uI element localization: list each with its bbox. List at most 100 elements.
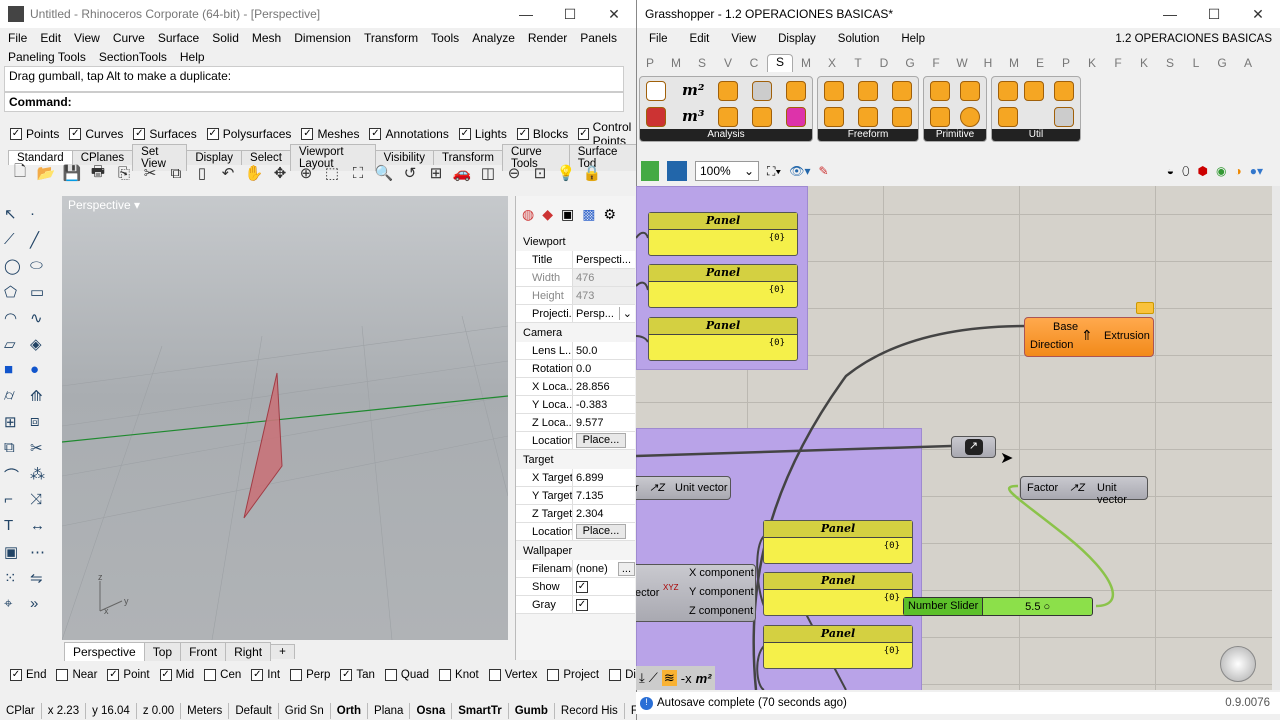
boolean-icon[interactable]: ⧈ [30,413,56,439]
gh-tab[interactable]: M [1001,56,1027,70]
command-input[interactable]: Command: [4,92,624,112]
menu-item[interactable]: Transform [364,31,418,45]
gh-canvas[interactable]: Panel {0} Panel {0} Panel {0} Panel {0} Pane… [636,186,1272,690]
unit-vector-output[interactable]: Unit vector [1097,482,1147,506]
graph-icon[interactable]: ≋ [661,670,677,686]
gh-tab[interactable]: A [1235,56,1261,70]
menu-item[interactable]: Panels [580,31,617,45]
status-10[interactable]: SmartTr [452,702,509,719]
viewport-tab-top[interactable]: Top [143,642,182,661]
menu-item[interactable]: Mesh [252,31,281,45]
minimize-button[interactable]: — [504,0,548,28]
viewport-layout-icon[interactable]: ⊞ [426,163,446,183]
bounding-box-icon[interactable] [646,81,666,101]
gh-tab[interactable]: T [845,56,871,70]
text-icon[interactable]: T [4,517,30,543]
gh-tab[interactable]: S [767,54,793,72]
checkbox[interactable] [609,669,622,681]
checkbox[interactable] [488,669,501,681]
cplane-icon[interactable]: ◫ [478,163,498,183]
viewport-tab-front[interactable]: Front [180,642,227,661]
offset-icon[interactable] [1054,81,1074,101]
cylinder-icon[interactable]: ⌭ [4,387,30,413]
gh-menu-item[interactable]: Edit [690,33,710,45]
sphere-preview-icon[interactable]: ●▾ [1250,164,1263,178]
area-icon[interactable]: m² [682,81,704,99]
filter-polysurfaces[interactable]: ✓ Polysurfaces [206,127,291,141]
filter-surfaces[interactable]: ✓ Surfaces [133,127,197,141]
zoom-window-icon[interactable]: ⬚ [322,163,342,183]
checkbox[interactable]: ✓ [206,128,219,140]
sketch-icon[interactable]: ✎ [819,164,829,178]
sphere-icon[interactable] [960,107,980,127]
brep-faces-icon[interactable] [1024,81,1044,101]
status-11[interactable]: Gumb [509,702,555,719]
gh-tab[interactable]: S [689,56,715,70]
projection-select[interactable]: Persp... ⌄ [572,305,635,322]
properties-tab-icon[interactable]: ◍ [522,206,534,223]
import-icon[interactable]: ⎘ [114,163,134,183]
split-icon[interactable]: ⧉ [4,439,30,465]
line-icon[interactable]: ╱ [30,231,56,257]
curvature-icon[interactable] [786,107,806,127]
gh-menu-item[interactable]: Solution [838,33,880,45]
settings-tab-icon[interactable]: ⚙ [603,206,616,223]
gh-minimize-button[interactable]: — [1148,0,1192,28]
render-car-icon[interactable]: 🚗 [452,163,472,183]
zoom-select[interactable]: 100% ⌄ [695,161,759,181]
volume-icon[interactable] [646,107,666,127]
analysis-icon[interactable] [718,81,738,101]
status-6[interactable]: Grid Sn [279,702,331,719]
gh-menu-item[interactable]: Display [778,33,816,45]
rotation-field[interactable]: 0.0 [572,360,635,377]
osnap-near[interactable]: Near [56,669,97,681]
area-icon[interactable]: m² [696,671,712,686]
mirror-icon[interactable]: ⇋ [30,569,56,595]
x-location-field[interactable]: 28.856 [572,378,635,395]
zoom-selected-icon[interactable]: 🔍 [374,163,394,183]
rotate-view-icon[interactable]: ✥ [270,163,290,183]
panel-4[interactable]: Panel {0} [763,520,913,564]
brep-edges-icon[interactable] [998,81,1018,101]
checkbox[interactable]: ✓ [369,128,382,140]
evaluate-icon[interactable] [752,81,772,101]
menu-item[interactable]: Help [180,50,205,64]
checkbox[interactable]: ✓ [251,669,264,681]
gh-tab[interactable]: P [1053,56,1079,70]
panel-3[interactable]: Panel {0} [648,317,798,361]
osnap-icon[interactable]: ⊖ [504,163,524,183]
lock-icon[interactable]: 🔒 [582,163,602,183]
lens-field[interactable]: 50.0 [572,342,635,359]
checkbox[interactable]: ✓ [69,128,82,140]
negative-icon[interactable]: -x [681,671,692,686]
filter-blocks[interactable]: ✓ Blocks [516,127,568,141]
checkbox[interactable] [384,669,397,681]
gh-tab[interactable]: F [923,56,949,70]
gh-tab[interactable]: G [897,56,923,70]
ellipse-icon[interactable]: ⬭ [30,257,56,283]
gh-tab[interactable]: D [871,56,897,70]
vector-input[interactable]: ector [636,587,659,599]
cylinder-icon[interactable] [960,81,980,101]
block-icon[interactable]: ▣ [4,543,30,569]
gh-tab[interactable]: L [1183,56,1209,70]
filter-curves[interactable]: ✓ Curves [69,127,123,141]
checkbox[interactable] [547,669,560,681]
help-tab-icon[interactable]: ▩ [582,206,595,223]
checkbox[interactable]: ✓ [516,128,529,140]
preview-selected-icon[interactable]: ⬢ [1198,164,1208,178]
status-8[interactable]: Plana [368,702,411,719]
material-tab-icon[interactable]: ◆ [542,206,553,223]
y-component-output[interactable]: Y component [689,586,754,598]
menu-item[interactable]: Dimension [294,31,351,45]
network-icon[interactable] [858,107,878,127]
extrusion-component[interactable]: Base Direction ⇑ Extrusion [1024,317,1154,357]
box-icon[interactable]: ■ [4,361,30,387]
x-target-field[interactable]: 6.899 [572,469,635,486]
osnap-cen[interactable]: Cen [204,669,241,681]
save-file-icon[interactable] [667,161,687,181]
filter-points[interactable]: ✓ Points [10,127,59,141]
menu-item[interactable]: Analyze [472,31,515,45]
polyline-icon[interactable]: ⟋ [4,231,30,257]
gh-maximize-button[interactable]: ☐ [1192,0,1236,28]
